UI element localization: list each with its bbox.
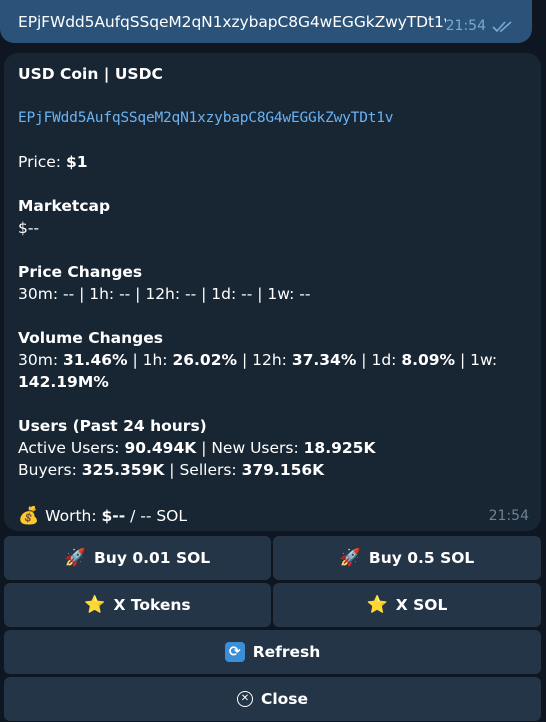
worth-sol: / -- SOL <box>125 507 188 525</box>
outgoing-message-text: EPjFWdd5AufqSSqeM2qN1xzybapC8G4wEGGkZwyT… <box>18 13 446 31</box>
volume-1d-label: | 1d: <box>356 351 402 369</box>
price-changes-label: Price Changes <box>18 263 143 281</box>
worth-line: 💰 Worth: $-- / -- SOL <box>18 505 527 527</box>
outgoing-message-meta: 21:54 <box>446 16 514 36</box>
outgoing-message: EPjFWdd5AufqSSqeM2qN1xzybapC8G4wEGGkZwyT… <box>0 0 532 43</box>
volume-12h-label: | 12h: <box>237 351 292 369</box>
volume-30m-value: 31.46% <box>62 351 128 369</box>
users-label: Users (Past 24 hours) <box>18 417 207 435</box>
volume-12h-value: 37.34% <box>291 351 357 369</box>
close-label: Close <box>260 690 309 708</box>
buy-large-label: Buy 0.5 SOL <box>368 549 475 567</box>
message-time: 21:54 <box>488 508 529 524</box>
active-users-label: Active Users: <box>18 439 125 457</box>
buyers-value: 325.359K <box>81 461 165 479</box>
price-value: $1 <box>65 153 88 171</box>
buy-large-button[interactable]: 🚀 Buy 0.5 SOL <box>273 536 541 580</box>
sellers-value: 379.156K <box>241 461 325 479</box>
rocket-icon: 🚀 <box>64 548 86 568</box>
rocket-icon: 🚀 <box>339 548 361 568</box>
volume-changes-label: Volume Changes <box>18 329 163 347</box>
money-bag-icon: 💰 <box>18 506 40 526</box>
refresh-button[interactable]: ⟳ Refresh <box>4 630 541 674</box>
x-tokens-label: X Tokens <box>113 596 191 614</box>
volume-30m-label: 30m: <box>18 351 63 369</box>
marketcap-value: $-- <box>18 219 40 237</box>
worth-value: $-- <box>101 507 126 525</box>
token-title: USD Coin | USDC <box>18 65 163 83</box>
volume-changes-row: 30m: 31.46% | 1h: 26.02% | 12h: 37.34% |… <box>18 349 527 371</box>
outgoing-message-time: 21:54 <box>445 18 486 34</box>
buyers-label: Buyers: <box>18 461 82 479</box>
volume-1h-label: | 1h: <box>127 351 173 369</box>
sellers-label: | Sellers: <box>164 461 242 479</box>
close-button[interactable]: ✕ Close <box>4 677 541 721</box>
users-row-1: Active Users: 90.494K | New Users: 18.92… <box>18 437 527 459</box>
volume-1w-value: 142.19M% <box>18 373 109 391</box>
refresh-label: Refresh <box>252 643 321 661</box>
marketcap-label: Marketcap <box>18 197 111 215</box>
price-label: Price: <box>18 153 66 171</box>
buy-small-label: Buy 0.01 SOL <box>93 549 211 567</box>
star-icon: ⭐ <box>84 595 106 615</box>
star-icon: ⭐ <box>366 595 388 615</box>
x-sol-button[interactable]: ⭐ X SOL <box>273 583 541 627</box>
volume-1w-label: | 1w: <box>455 351 498 369</box>
active-users-value: 90.494K <box>124 439 197 457</box>
refresh-icon: ⟳ <box>224 642 245 662</box>
volume-1d-value: 8.09% <box>401 351 456 369</box>
worth-label: Worth: <box>45 507 102 525</box>
double-check-icon <box>492 21 512 33</box>
new-users-value: 18.925K <box>303 439 376 457</box>
users-row-2: Buyers: 325.359K | Sellers: 379.156K <box>18 459 527 481</box>
close-icon: ✕ <box>236 691 253 707</box>
x-tokens-button[interactable]: ⭐ X Tokens <box>4 583 271 627</box>
x-sol-label: X SOL <box>395 596 448 614</box>
new-users-label: | New Users: <box>196 439 304 457</box>
volume-1h-value: 26.02% <box>172 351 238 369</box>
token-info-message: USD Coin | USDC EPjFWdd5AufqSSqeM2qN1xzy… <box>4 53 541 531</box>
price-changes-value: 30m: -- | 1h: -- | 12h: -- | 1d: -- | 1w… <box>18 285 311 303</box>
token-address-link[interactable]: EPjFWdd5AufqSSqeM2qN1xzybapC8G4wEGGkZwyT… <box>18 107 527 129</box>
price-line: Price: $1 <box>18 151 527 173</box>
buy-small-button[interactable]: 🚀 Buy 0.01 SOL <box>4 536 271 580</box>
